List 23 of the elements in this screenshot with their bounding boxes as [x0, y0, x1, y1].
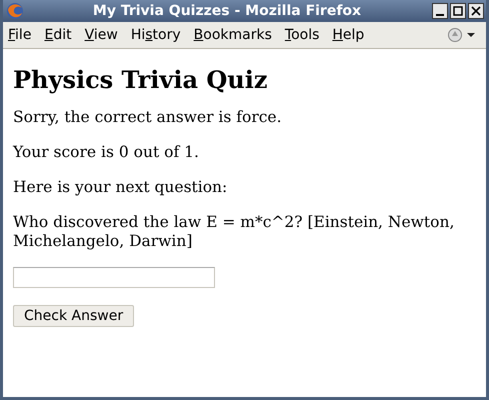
maximize-button[interactable]: [450, 3, 466, 19]
quiz-text: Who discovered the law E = m*c^2? [Einstein, Newton, Michelangelo, Darwin]: [13, 213, 456, 251]
menu-item[interactable]: History: [130, 27, 181, 43]
menu-item[interactable]: View: [84, 27, 118, 43]
quiz-text: Sorry, the correct answer is force.: [13, 108, 283, 127]
minimize-button[interactable]: [432, 3, 448, 19]
maximize-icon: [453, 6, 463, 16]
firefox-icon: [6, 2, 24, 20]
activity-indicator-icon[interactable]: [447, 27, 477, 43]
quiz-text: Here is your next question:: [13, 178, 228, 197]
check-answer-button[interactable]: Check Answer: [13, 305, 134, 327]
window-title: My Trivia Quizzes - Mozilla Firefox: [92, 3, 362, 19]
minimize-icon: [436, 14, 444, 16]
menu-item[interactable]: File: [8, 27, 32, 43]
close-button[interactable]: [468, 3, 484, 19]
quiz-text: Your score is 0 out of 1.: [13, 143, 200, 162]
menu-item[interactable]: Bookmarks: [194, 27, 272, 43]
menu-item[interactable]: Tools: [284, 27, 320, 43]
menu-item[interactable]: Help: [332, 27, 364, 43]
close-icon: [471, 6, 481, 16]
menu-item[interactable]: Edit: [44, 27, 72, 43]
quiz-heading: Physics Trivia Quiz: [13, 65, 268, 94]
answer-field[interactable]: [13, 267, 215, 288]
